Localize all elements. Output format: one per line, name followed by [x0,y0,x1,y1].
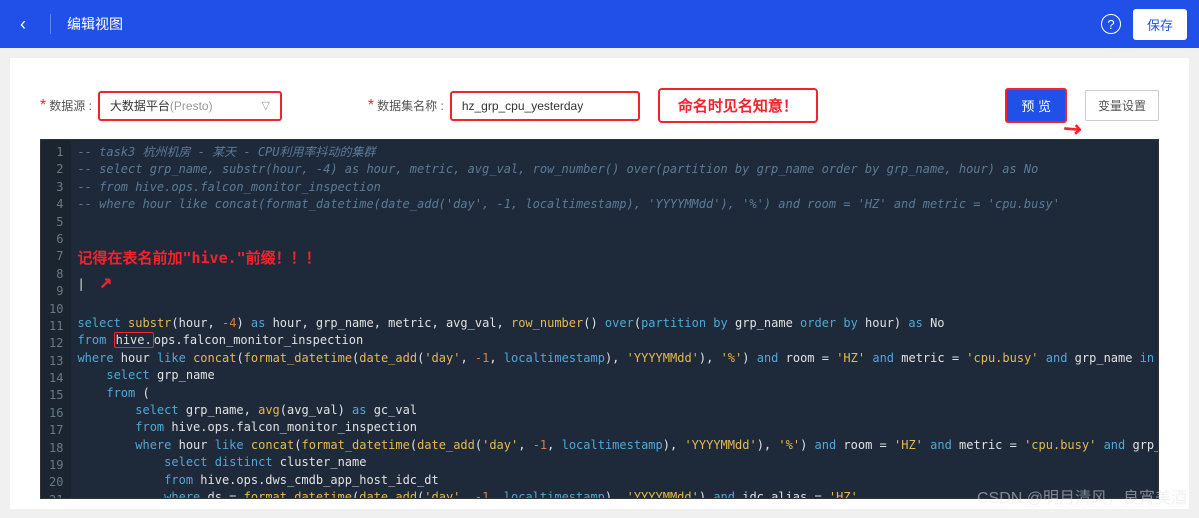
chevron-down-icon: ▽ [261,99,269,112]
page-title: 编辑视图 [67,14,123,34]
dataset-label: 数据集名称 : [377,97,444,114]
help-icon[interactable]: ? [1101,14,1121,34]
datasource-select[interactable]: 大数据平台(Presto) ▽ [98,91,282,121]
save-button[interactable]: 保存 [1133,9,1187,40]
code-editor: 1 2 3 4 5 6 7 8 9 10 11 12 13 14 15 16 1… [40,139,1159,499]
code-area[interactable]: -- task3 杭州机房 - 某天 - CPU利用率抖动的集群 -- sele… [71,140,1158,498]
annotation-hive-prefix: 记得在表名前加"hive."前缀！！！ [77,248,320,270]
watermark: CSDN @明月清风，良宵美酒 [977,484,1187,508]
dataset-input-wrap [450,91,640,121]
dataset-field: * 数据集名称 : [368,91,640,121]
content: * 数据源 : 大数据平台(Presto) ▽ * 数据集名称 : 命名时见名知… [10,58,1189,509]
preview-button[interactable]: 预 览 [1005,88,1067,123]
header-left: ‹ 编辑视图 [12,10,123,39]
header-right: ? 保存 [1101,9,1187,40]
dataset-input[interactable] [462,93,628,119]
divider [50,14,51,34]
line-gutter: 1 2 3 4 5 6 7 8 9 10 11 12 13 14 15 16 1… [41,140,71,498]
back-icon[interactable]: ‹ [12,10,34,39]
annotation-naming: 命名时见名知意！ [658,88,818,123]
variable-settings-button[interactable]: 变量设置 [1085,90,1159,121]
required-mark: * [40,97,46,115]
page-header: ‹ 编辑视图 ? 保存 [0,0,1199,48]
required-mark: * [368,97,374,115]
datasource-label: 数据源 : [49,97,92,114]
arrow-up-icon: ↗ [99,269,112,294]
datasource-value: 大数据平台(Presto) [110,97,213,114]
datasource-field: * 数据源 : 大数据平台(Presto) ▽ [40,91,282,121]
form-row: * 数据源 : 大数据平台(Presto) ▽ * 数据集名称 : 命名时见名知… [40,88,1159,123]
